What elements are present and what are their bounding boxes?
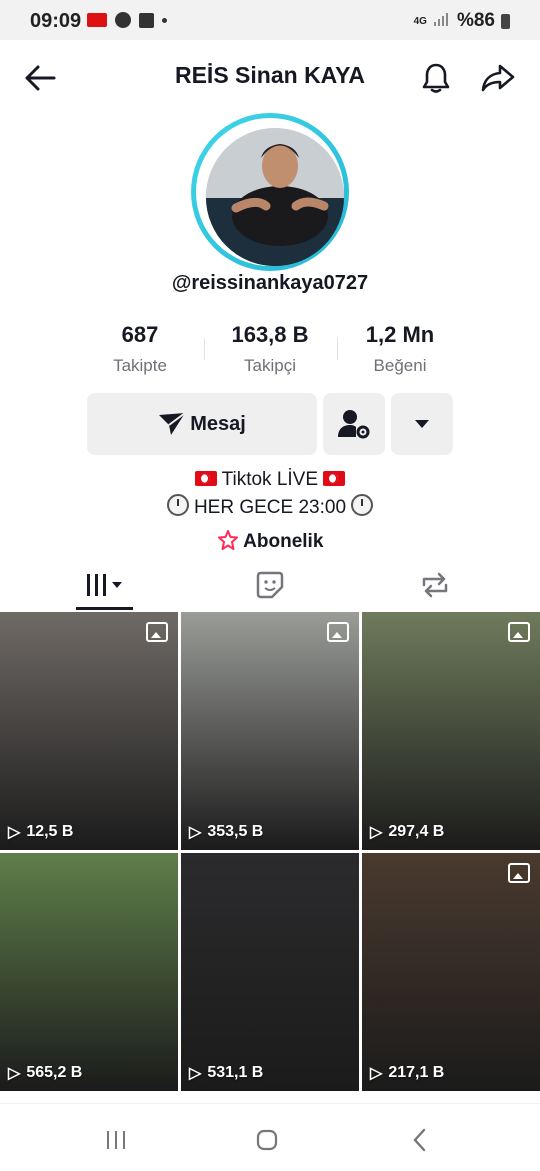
- following-label: Takipte: [113, 356, 167, 375]
- tab-reposts[interactable]: [345, 560, 525, 610]
- play-icon: ▷: [370, 1065, 383, 1082]
- video-thumbnail[interactable]: ▷ 565,2 B: [0, 853, 178, 1091]
- chevron-left-icon: [413, 1128, 426, 1152]
- clock-icon: [166, 494, 189, 516]
- video-thumbnail[interactable]: ▷ 12,5 B: [0, 612, 178, 850]
- home-button[interactable]: [247, 1122, 287, 1158]
- account-icon: [115, 12, 131, 28]
- status-bar: 09:09 4G %86: [0, 0, 540, 40]
- followers-stat[interactable]: 163,8 B Takipçi: [200, 322, 340, 376]
- view-count: ▷ 353,5 B: [189, 823, 264, 841]
- bio-text-2: HER GECE 23:00: [193, 497, 347, 518]
- play-icon: ▷: [189, 1065, 202, 1082]
- subscription-label: Abonelik: [243, 531, 324, 552]
- network-type: 4G: [413, 15, 427, 27]
- view-count: ▷ 12,5 B: [8, 823, 74, 841]
- message-button[interactable]: Mesaj: [87, 393, 317, 455]
- video-thumbnail[interactable]: ▷ 353,5 B: [181, 612, 359, 850]
- bell-icon: [422, 63, 450, 93]
- video-thumbnail[interactable]: ▷ 297,4 B: [362, 612, 540, 850]
- play-icon: ▷: [8, 824, 21, 841]
- following-count: 687: [121, 322, 159, 347]
- video-thumbnail[interactable]: ▷ 217,1 B: [362, 853, 540, 1091]
- battery-percent: %86: [456, 10, 495, 31]
- followers-label: Takipçi: [244, 356, 296, 375]
- profile-handle: @reissinankaya0727: [171, 272, 369, 294]
- system-nav-bar: [0, 1103, 540, 1171]
- home-icon: [256, 1129, 278, 1151]
- photo-post-icon: [508, 863, 530, 883]
- bio-line-1: Tiktok LİVE: [0, 469, 540, 491]
- photo-post-icon: [146, 622, 168, 642]
- followers-count: 163,8 B: [231, 322, 309, 347]
- more-options-button[interactable]: [391, 393, 453, 455]
- following-stat[interactable]: 687 Takipte: [70, 322, 210, 376]
- turkey-flag-icon: [194, 471, 217, 486]
- gallery-icon: [139, 12, 154, 28]
- avatar-photo: [206, 128, 344, 266]
- battery-icon: [501, 13, 510, 29]
- signal-icon: [433, 10, 451, 32]
- repost-icon: [422, 572, 448, 598]
- subscription-star-icon: [217, 530, 238, 550]
- tab-videos[interactable]: [15, 560, 195, 610]
- avatar: [206, 128, 344, 266]
- turkey-flag-icon: [323, 471, 346, 486]
- bio-line-2: HER GECE 23:00: [0, 494, 540, 519]
- view-count: ▷ 297,4 B: [370, 823, 445, 841]
- sticker-icon: [256, 571, 284, 599]
- more-dot-icon: [162, 17, 167, 23]
- photo-post-icon: [508, 622, 530, 642]
- play-icon: ▷: [8, 1065, 21, 1082]
- status-right: 4G %86: [414, 10, 510, 32]
- view-count: ▷ 217,1 B: [370, 1064, 445, 1082]
- recent-apps-icon: [107, 1131, 125, 1149]
- bio-text-1: Tiktok LİVE: [221, 469, 319, 490]
- videos-grid-icon: [87, 574, 122, 596]
- system-back-button[interactable]: [400, 1122, 440, 1158]
- subscription-link[interactable]: Abonelik: [0, 530, 540, 553]
- photo-post-icon: [327, 622, 349, 642]
- follow-settings-button[interactable]: [323, 393, 385, 455]
- share-icon: [481, 64, 515, 92]
- recent-apps-button[interactable]: [96, 1122, 136, 1158]
- avatar-ring[interactable]: [191, 113, 349, 271]
- likes-count: 1,2 Mn: [365, 322, 435, 347]
- page-title: REİS Sinan KAYA: [174, 62, 366, 88]
- likes-label: Beğeni: [373, 356, 427, 375]
- caret-down-icon: [415, 420, 429, 428]
- status-time: 09:09: [30, 10, 82, 32]
- play-icon: ▷: [189, 824, 202, 841]
- active-tab-indicator: [76, 607, 133, 610]
- tab-liked[interactable]: [180, 560, 360, 610]
- play-icon: ▷: [370, 824, 383, 841]
- user-gear-icon: [338, 410, 370, 439]
- app-notification-icon: [87, 13, 107, 27]
- likes-stat[interactable]: 1,2 Mn Beğeni: [330, 322, 470, 376]
- view-count: ▷ 565,2 B: [8, 1064, 83, 1082]
- profile-header: REİS Sinan KAYA: [0, 40, 540, 114]
- content-tabs: [0, 560, 540, 610]
- message-button-label: Mesaj: [190, 412, 246, 435]
- clock-icon: [351, 494, 374, 516]
- send-icon: [159, 412, 186, 435]
- notifications-button[interactable]: [416, 58, 456, 98]
- status-notification-icons: [87, 12, 167, 28]
- view-count: ▷ 531,1 B: [189, 1064, 264, 1082]
- share-button[interactable]: [478, 58, 518, 98]
- video-thumbnail[interactable]: ▷ 531,1 B: [181, 853, 359, 1091]
